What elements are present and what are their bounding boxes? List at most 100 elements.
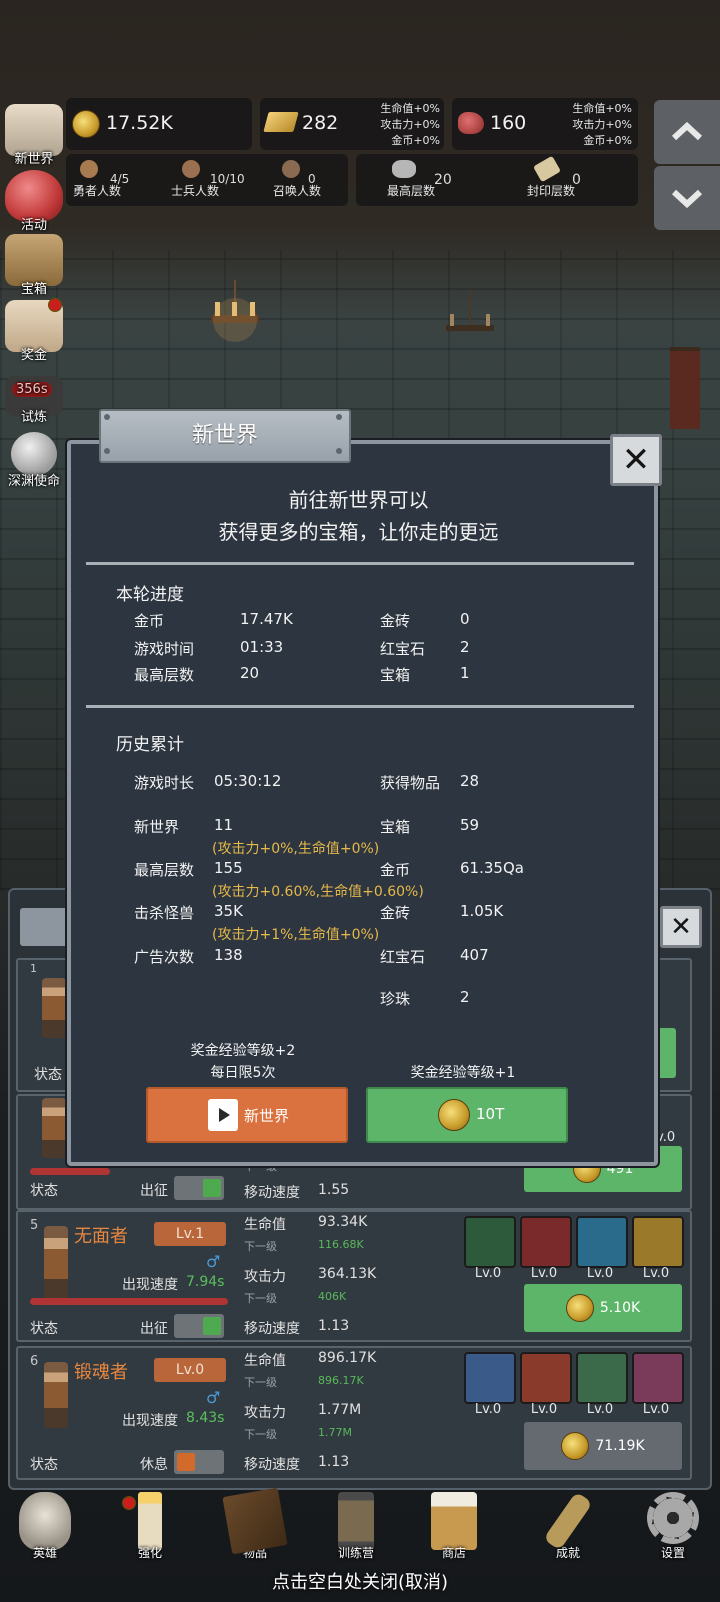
hero-card-5-deploy-label: 出征 xyxy=(140,1321,168,1337)
close-hint[interactable]: 点击空白处关闭(取消) xyxy=(0,1568,720,1594)
hero-card-5-skill-2-level: Lv.0 xyxy=(530,1266,558,1281)
sidebar-item-new-world[interactable]: 新世界 xyxy=(0,104,68,167)
hero-card-6-deploy-toggle[interactable] xyxy=(174,1450,224,1474)
hero-card-6-move-speed-label: 移动速度 xyxy=(244,1457,300,1473)
nav-enhance[interactable]: 强化 xyxy=(110,1492,190,1561)
round-ruby-label: 红宝石 xyxy=(380,640,426,658)
gold-value: 17.52K xyxy=(106,112,173,134)
sidebar-item-event[interactable]: 活动 xyxy=(0,170,68,233)
hero-card-4-deploy-toggle[interactable] xyxy=(174,1176,224,1200)
sidebar-item-chest[interactable]: 宝箱 xyxy=(0,234,68,297)
nav-training[interactable]: 训练营 xyxy=(316,1492,396,1561)
nav-hero[interactable]: 英雄 xyxy=(5,1492,85,1561)
gender-icon: ♂ xyxy=(206,1388,221,1407)
skull-icon xyxy=(19,1492,71,1550)
max-floor: 20 最高层数 xyxy=(376,160,452,199)
hero-card-5-skill-4-level: Lv.0 xyxy=(642,1266,670,1281)
history-kills-label: 击杀怪兽 xyxy=(134,904,195,922)
hero-card-6-upgrade-button[interactable]: 71.19K xyxy=(524,1422,682,1470)
history-kills-value: 35K xyxy=(214,902,243,920)
hero-card-6-level: Lv.0 xyxy=(154,1358,226,1382)
hero-card-6-skill-3-level: Lv.0 xyxy=(586,1402,614,1417)
close-icon: ✕ xyxy=(670,912,692,942)
history-playtime-value: 05:30:12 xyxy=(214,772,282,790)
boot-icon[interactable] xyxy=(632,1352,684,1404)
divider xyxy=(86,562,634,565)
boot-icon[interactable] xyxy=(576,1216,628,1268)
chevron-down-icon xyxy=(671,189,703,209)
trial-timer: 356s xyxy=(12,382,52,397)
scroll-up-button[interactable] xyxy=(654,100,720,164)
history-kills-bonus: (攻击力+1%,生命值+0%) xyxy=(212,927,380,943)
armor-icon[interactable] xyxy=(464,1352,516,1404)
hero-card-5-hp-bar xyxy=(30,1298,228,1305)
chandelier-right xyxy=(440,290,500,360)
ruby-bonus: 生命值+0% 攻击力+0% 金币+0% xyxy=(572,102,632,147)
video-play-icon xyxy=(208,1099,238,1131)
hero-card-1-avatar xyxy=(42,978,66,1038)
hero-card-4-move-speed-label: 移动速度 xyxy=(244,1185,300,1201)
dialog-close-button[interactable]: ✕ xyxy=(610,434,662,486)
book-icon xyxy=(222,1487,288,1555)
history-brick-value: 1.05K xyxy=(460,902,504,920)
nav-achievements[interactable]: 成就 xyxy=(528,1491,608,1561)
sidebar-item-trial[interactable]: 356s 试炼 xyxy=(0,376,68,425)
hammer-icon[interactable] xyxy=(576,1352,628,1404)
rivet xyxy=(104,414,110,420)
summon-count: 0 召唤人数 xyxy=(262,160,332,199)
hero-card-5-name: 无面者 xyxy=(74,1226,128,1247)
history-ruby-label: 红宝石 xyxy=(380,948,426,966)
hero-card-5-level: Lv.1 xyxy=(154,1222,226,1246)
hero-card-1-index: 1 xyxy=(30,962,37,975)
hero-card-6-hp-label: 生命值 xyxy=(244,1353,286,1369)
dialog-description-line2: 获得更多的宝箱，让你走的更远 xyxy=(218,520,499,544)
shield-icon[interactable] xyxy=(464,1216,516,1268)
axe-icon[interactable] xyxy=(520,1352,572,1404)
hero-card-5-deploy-toggle[interactable] xyxy=(174,1314,224,1338)
hero-list-close-button[interactable]: ✕ xyxy=(660,906,702,948)
hero-card-4-deploy-label: 出征 xyxy=(140,1183,168,1199)
history-pearl-label: 珍珠 xyxy=(380,990,411,1008)
helmet-icon[interactable] xyxy=(632,1216,684,1268)
hero-card-6-atk-label: 攻击力 xyxy=(244,1405,286,1421)
hero-card-6-rest-label: 休息 xyxy=(140,1457,168,1473)
soldier-head-icon xyxy=(182,160,200,178)
hero-card-6-move-speed: 1.13 xyxy=(318,1454,350,1470)
hero-card-6-spawn-label: 出现速度 xyxy=(122,1413,178,1429)
round-floor-value: 20 xyxy=(240,664,260,682)
hero-card-6-status-label: 状态 xyxy=(30,1457,58,1473)
history-ads-value: 138 xyxy=(214,946,243,964)
history-pearl-value: 2 xyxy=(460,988,470,1006)
history-floor-label: 最高层数 xyxy=(134,861,195,879)
gold-brick-value: 282 xyxy=(302,112,339,134)
new-world-ad-button[interactable]: 新世界 xyxy=(146,1087,348,1143)
nav-shop[interactable]: 商店 xyxy=(414,1492,494,1561)
ruby-icon xyxy=(458,112,484,134)
history-ruby-value: 407 xyxy=(460,946,489,964)
nav-settings[interactable]: 设置 xyxy=(633,1492,713,1561)
sword-icon[interactable] xyxy=(520,1216,572,1268)
history-heading: 历史累计 xyxy=(116,735,184,755)
hero-head-icon xyxy=(80,160,98,178)
soldier-count: 10/10 士兵人数 xyxy=(160,160,245,199)
gold-brick-icon xyxy=(263,112,299,132)
hero-card-5-hp-label: 生命值 xyxy=(244,1217,286,1233)
right-reward: 奖金经验等级+1 xyxy=(410,1065,516,1081)
nav-items[interactable]: 物品 xyxy=(215,1487,295,1561)
candle-icon xyxy=(138,1492,162,1550)
round-chest-label: 宝箱 xyxy=(380,666,411,684)
close-icon: ✕ xyxy=(621,440,651,480)
sidebar-item-abyss[interactable]: 深渊使命 xyxy=(0,432,68,489)
lantern-icon xyxy=(338,1492,374,1550)
round-chest-value: 1 xyxy=(460,664,470,682)
history-playtime-label: 游戏时长 xyxy=(134,774,195,792)
scroll-down-button[interactable] xyxy=(654,166,720,230)
hero-card-5-upgrade-button[interactable]: 5.10K xyxy=(524,1284,682,1332)
hero-card-5-atk: 364.13K xyxy=(318,1266,377,1282)
gender-icon: ♂ xyxy=(206,1252,221,1271)
gold-coin-icon xyxy=(565,1294,594,1322)
rivet xyxy=(336,414,342,420)
hero-card-5-hp: 93.34K xyxy=(318,1214,368,1230)
new-world-coin-button[interactable]: 10T xyxy=(366,1087,568,1143)
history-newworld-bonus: (攻击力+0%,生命值+0%) xyxy=(212,841,380,857)
